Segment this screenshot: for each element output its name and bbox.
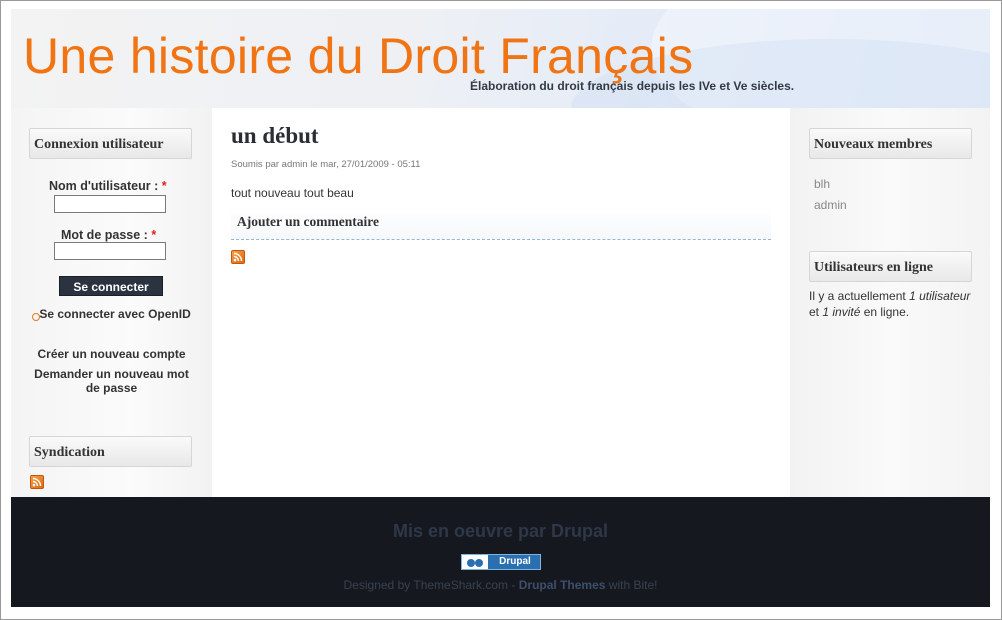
online-text-prefix: Il y a actuellement bbox=[809, 289, 910, 303]
create-account-link[interactable]: Créer un nouveau compte bbox=[11, 347, 212, 361]
rss-icon[interactable] bbox=[30, 475, 44, 489]
site-name-link[interactable]: Une histoire du Droit Français bbox=[23, 27, 693, 85]
online-users-text: Il y a actuellement 1 utilisateur et 1 i… bbox=[809, 288, 979, 320]
username-input[interactable] bbox=[54, 195, 166, 213]
member-link[interactable]: admin bbox=[814, 198, 847, 212]
online-text-middle: et bbox=[809, 305, 823, 319]
request-password-link[interactable]: Demander un nouveau mot de passe bbox=[11, 367, 212, 395]
online-block-title: Utilisateurs en ligne bbox=[809, 251, 972, 282]
site-header: Une histoire du Droit Français Élaborati… bbox=[11, 9, 990, 108]
online-guests-count: 1 invité bbox=[822, 305, 861, 319]
drupal-logo-icon bbox=[462, 555, 488, 569]
username-label: Nom d'utilisateur : * bbox=[49, 179, 167, 193]
node-submitted: Soumis par admin le mar, 27/01/2009 - 05… bbox=[231, 159, 421, 170]
login-block-title: Connexion utilisateur bbox=[29, 128, 192, 159]
main-content: un début Soumis par admin le mar, 27/01/… bbox=[212, 108, 790, 497]
openid-link[interactable]: Se connecter avec OpenID bbox=[32, 307, 191, 321]
required-mark: * bbox=[161, 179, 167, 193]
site-slogan: Élaboration du droit français depuis les… bbox=[470, 79, 795, 93]
left-sidebar: Connexion utilisateur Nom d'utilisateur … bbox=[11, 108, 212, 497]
new-members-block-title: Nouveaux membres bbox=[809, 128, 972, 159]
password-label: Mot de passe : * bbox=[61, 228, 156, 242]
username-label-text: Nom d'utilisateur : bbox=[49, 179, 159, 193]
rss-icon[interactable] bbox=[231, 250, 245, 264]
right-sidebar: Nouveaux membres blh admin Utilisateurs … bbox=[790, 108, 990, 497]
drupal-badge-label: Drupal bbox=[499, 556, 531, 567]
drupal-themes-link[interactable]: Drupal Themes bbox=[519, 578, 606, 592]
password-label-text: Mot de passe : bbox=[61, 228, 148, 242]
syndication-block-title: Syndication bbox=[29, 436, 192, 467]
footer-credits: Designed by ThemeShark.com - Drupal Them… bbox=[11, 578, 990, 592]
online-users-count: 1 utilisateur bbox=[909, 289, 971, 303]
request-password-line1: Demander un nouveau mot bbox=[34, 367, 189, 381]
member-link[interactable]: blh bbox=[814, 177, 830, 191]
online-text-suffix: en ligne. bbox=[860, 305, 910, 319]
password-input[interactable] bbox=[54, 242, 166, 260]
powered-by-text: Mis en oeuvre par Drupal bbox=[392, 521, 609, 541]
node-title-link[interactable]: un début bbox=[231, 123, 319, 149]
site-footer: Mis en oeuvre par Drupal Drupal Designed… bbox=[11, 497, 990, 607]
request-password-line2: de passe bbox=[85, 381, 138, 395]
openid-link-text: Se connecter avec OpenID bbox=[39, 307, 191, 321]
drupal-badge-link[interactable]: Drupal bbox=[461, 554, 541, 570]
node-body: tout nouveau tout beau bbox=[231, 186, 354, 200]
credits-prefix: Designed by ThemeShark.com - bbox=[343, 578, 519, 592]
login-button[interactable]: Se connecter bbox=[59, 276, 163, 296]
credits-suffix: with Bite! bbox=[605, 578, 658, 592]
required-mark: * bbox=[151, 228, 157, 242]
node-links: Ajouter un commentaire bbox=[231, 207, 771, 240]
add-comment-link[interactable]: Ajouter un commentaire bbox=[237, 214, 379, 230]
